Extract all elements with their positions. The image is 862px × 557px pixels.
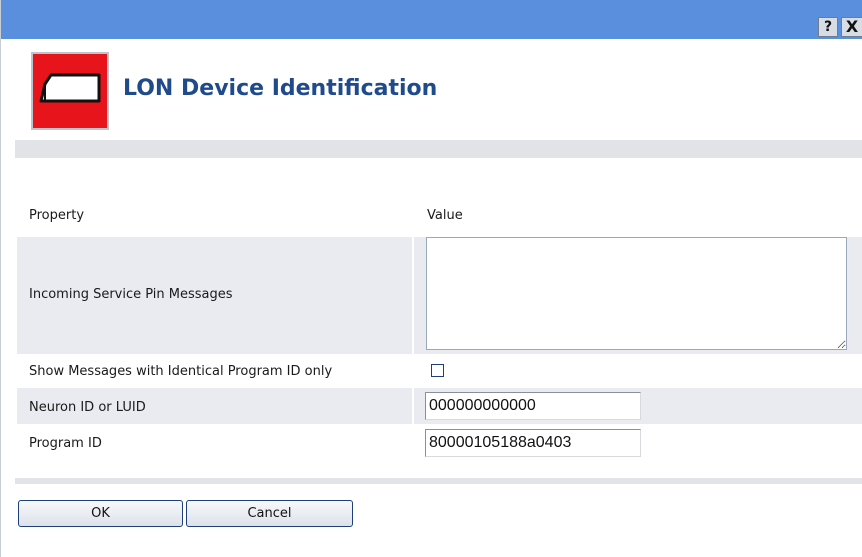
program-id-input[interactable] <box>425 429 641 457</box>
column-header-property: Property <box>29 208 85 223</box>
property-label-cell: Program ID <box>17 424 412 460</box>
property-value-cell <box>414 356 862 386</box>
page-title: LON Device Identification <box>123 76 438 101</box>
property-label: Program ID <box>29 436 102 451</box>
dialog-header: LON Device Identification <box>1 39 862 139</box>
property-label-cell: Incoming Service Pin Messages <box>17 237 412 354</box>
property-label: Neuron ID or LUID <box>29 400 146 415</box>
cancel-button[interactable]: Cancel <box>186 500 353 527</box>
close-button[interactable]: X <box>841 17 862 37</box>
property-label: Incoming Service Pin Messages <box>29 287 233 302</box>
lon-device-identification-dialog: ? X LON Device Identification Property V… <box>0 0 862 557</box>
help-button[interactable]: ? <box>818 17 838 37</box>
identical-program-id-checkbox[interactable] <box>431 364 444 377</box>
property-label-cell: Neuron ID or LUID <box>17 388 412 424</box>
column-header-value: Value <box>427 208 463 223</box>
footer-divider <box>15 478 862 484</box>
title-bar: ? X <box>1 0 862 39</box>
header-divider <box>15 140 862 158</box>
incoming-messages-list[interactable] <box>426 237 847 350</box>
lon-device-icon <box>31 52 109 130</box>
ok-button[interactable]: OK <box>18 500 183 527</box>
property-label: Show Messages with Identical Program ID … <box>29 364 333 379</box>
neuron-id-input[interactable] <box>425 392 641 420</box>
property-label-cell: Show Messages with Identical Program ID … <box>17 356 412 386</box>
